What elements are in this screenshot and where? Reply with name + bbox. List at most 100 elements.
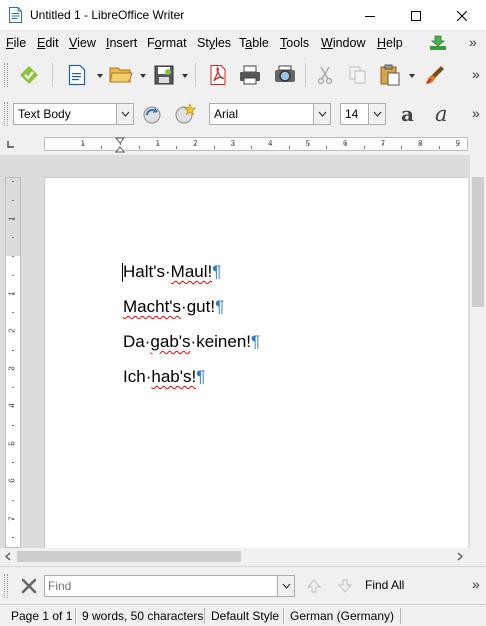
horizontal-scroll-thumb[interactable] (17, 551, 241, 562)
tab-stop-selector-icon[interactable] (7, 140, 15, 148)
ruler-number: 6 (7, 478, 17, 483)
page-style[interactable]: Default Style (211, 609, 279, 623)
toolbar-grip[interactable] (4, 102, 8, 126)
paragraph-mark: ¶ (196, 367, 206, 386)
formatting-overflow-icon[interactable]: » (472, 105, 480, 121)
libreoffice-start-icon (20, 66, 38, 84)
chevron-down-icon (373, 111, 381, 117)
document-page[interactable]: Halt's·Maul!¶ Macht's·gut!¶ Da·gab's·kei… (44, 177, 468, 548)
new-style-icon (175, 103, 196, 124)
vertical-scroll-thumb[interactable] (472, 177, 484, 307)
menu-insert[interactable]: Insert (106, 36, 137, 50)
clone-formatting-button[interactable] (423, 63, 447, 87)
update-available-button[interactable] (426, 31, 450, 55)
find-all-button[interactable]: Find All (365, 578, 404, 592)
paragraph[interactable]: Ich·hab's!¶ (123, 367, 205, 387)
paragraph-mark: ¶ (251, 332, 261, 351)
ruler-tick (12, 199, 14, 201)
menu-help[interactable]: Help (377, 36, 403, 50)
cut-button[interactable] (313, 63, 337, 87)
ruler-number: 1 (80, 139, 85, 148)
open-button[interactable] (109, 63, 133, 87)
page-indicator[interactable]: Page 1 of 1 (11, 609, 72, 623)
copy-button[interactable] (346, 63, 370, 87)
new-document-button[interactable] (65, 63, 89, 87)
find-overflow-icon[interactable]: » (472, 576, 480, 592)
scroll-right-icon[interactable] (456, 552, 464, 561)
word: gab's (150, 332, 191, 351)
minimize-button[interactable] (347, 0, 393, 31)
find-history-dropdown[interactable] (277, 576, 294, 596)
export-pdf-button[interactable] (206, 63, 230, 87)
svg-text:a: a (401, 103, 414, 125)
italic-button[interactable]: a (431, 102, 455, 126)
new-dropdown-arrow-icon[interactable] (96, 72, 104, 80)
close-find-bar-button[interactable] (17, 574, 41, 598)
menu-edit[interactable]: Edit (37, 36, 59, 50)
save-button[interactable] (152, 63, 176, 87)
horizontal-ruler[interactable]: 1 1 2 3 4 5 6 7 8 9 (44, 137, 468, 153)
text-language[interactable]: German (Germany) (290, 609, 394, 623)
ruler-tick (401, 146, 403, 149)
start-center-button[interactable] (17, 63, 41, 87)
paste-button[interactable] (378, 63, 402, 87)
find-previous-button[interactable] (302, 574, 326, 598)
font-size-combo[interactable]: 14 (340, 103, 386, 125)
ruler-tick (363, 146, 365, 149)
chevron-down-icon (121, 111, 129, 117)
vertical-scrollbar[interactable] (470, 155, 486, 548)
word: keinen! (196, 332, 252, 351)
paragraph-style-dropdown[interactable] (116, 104, 133, 124)
scissors-icon (317, 66, 333, 85)
word: gut! (186, 297, 216, 316)
toolbar-overflow-icon[interactable]: » (472, 66, 480, 82)
close-button[interactable] (439, 0, 485, 31)
indent-marker-icon[interactable] (115, 137, 125, 153)
update-style-icon (143, 106, 161, 124)
ruler-tick (12, 499, 14, 501)
ruler-number: 2 (193, 139, 198, 148)
font-name-dropdown[interactable] (313, 104, 330, 124)
bold-icon: a (401, 103, 414, 125)
word-count[interactable]: 9 words, 50 characters (82, 609, 203, 623)
toolbar-grip[interactable] (4, 63, 8, 87)
bold-button[interactable]: a (398, 102, 422, 126)
open-dropdown-arrow-icon[interactable] (139, 72, 147, 80)
menu-table[interactable]: Table (239, 36, 269, 50)
close-icon (457, 10, 467, 21)
status-separator (400, 608, 401, 624)
word: Da (123, 332, 145, 351)
menu-file[interactable]: File (6, 36, 26, 50)
menu-tools[interactable]: Tools (280, 36, 309, 50)
save-dropdown-arrow-icon[interactable] (181, 72, 189, 80)
new-style-button[interactable] (173, 102, 197, 126)
update-style-button[interactable] (140, 102, 164, 126)
paragraph[interactable]: Halt's·Maul!¶ (123, 262, 221, 282)
menu-window[interactable]: Window (321, 36, 365, 50)
menu-overflow-icon[interactable]: » (469, 34, 477, 50)
toolbar-grip[interactable] (4, 574, 8, 598)
window-title: Untitled 1 - LibreOffice Writer (30, 8, 185, 22)
print-button[interactable] (238, 63, 262, 87)
font-size-dropdown[interactable] (368, 104, 385, 124)
horizontal-scrollbar[interactable] (0, 548, 470, 565)
find-input[interactable] (48, 578, 273, 594)
paragraph[interactable]: Da·gab's·keinen!¶ (123, 332, 260, 352)
paragraph-style-combo[interactable]: Text Body (13, 103, 134, 125)
paste-dropdown-arrow-icon[interactable] (408, 72, 416, 80)
find-text-combo[interactable] (44, 575, 295, 597)
menu-format[interactable]: Format (147, 36, 187, 50)
ruler-tick (251, 146, 253, 149)
word: hab's! (151, 367, 197, 386)
scroll-left-icon[interactable] (4, 552, 12, 561)
ruler-number: 7 (7, 515, 17, 521)
paragraph[interactable]: Macht's·gut!¶ (123, 297, 224, 317)
menu-view[interactable]: View (69, 36, 96, 50)
maximize-button[interactable] (393, 0, 439, 31)
vertical-ruler[interactable]: 1 1 2 3 4 5 6 7 (5, 177, 21, 548)
menu-styles[interactable]: Styles (197, 36, 231, 50)
print-preview-button[interactable] (273, 63, 297, 87)
font-name-combo[interactable]: Arial (209, 103, 331, 125)
find-next-button[interactable] (333, 574, 357, 598)
ruler-number: 4 (268, 139, 273, 148)
